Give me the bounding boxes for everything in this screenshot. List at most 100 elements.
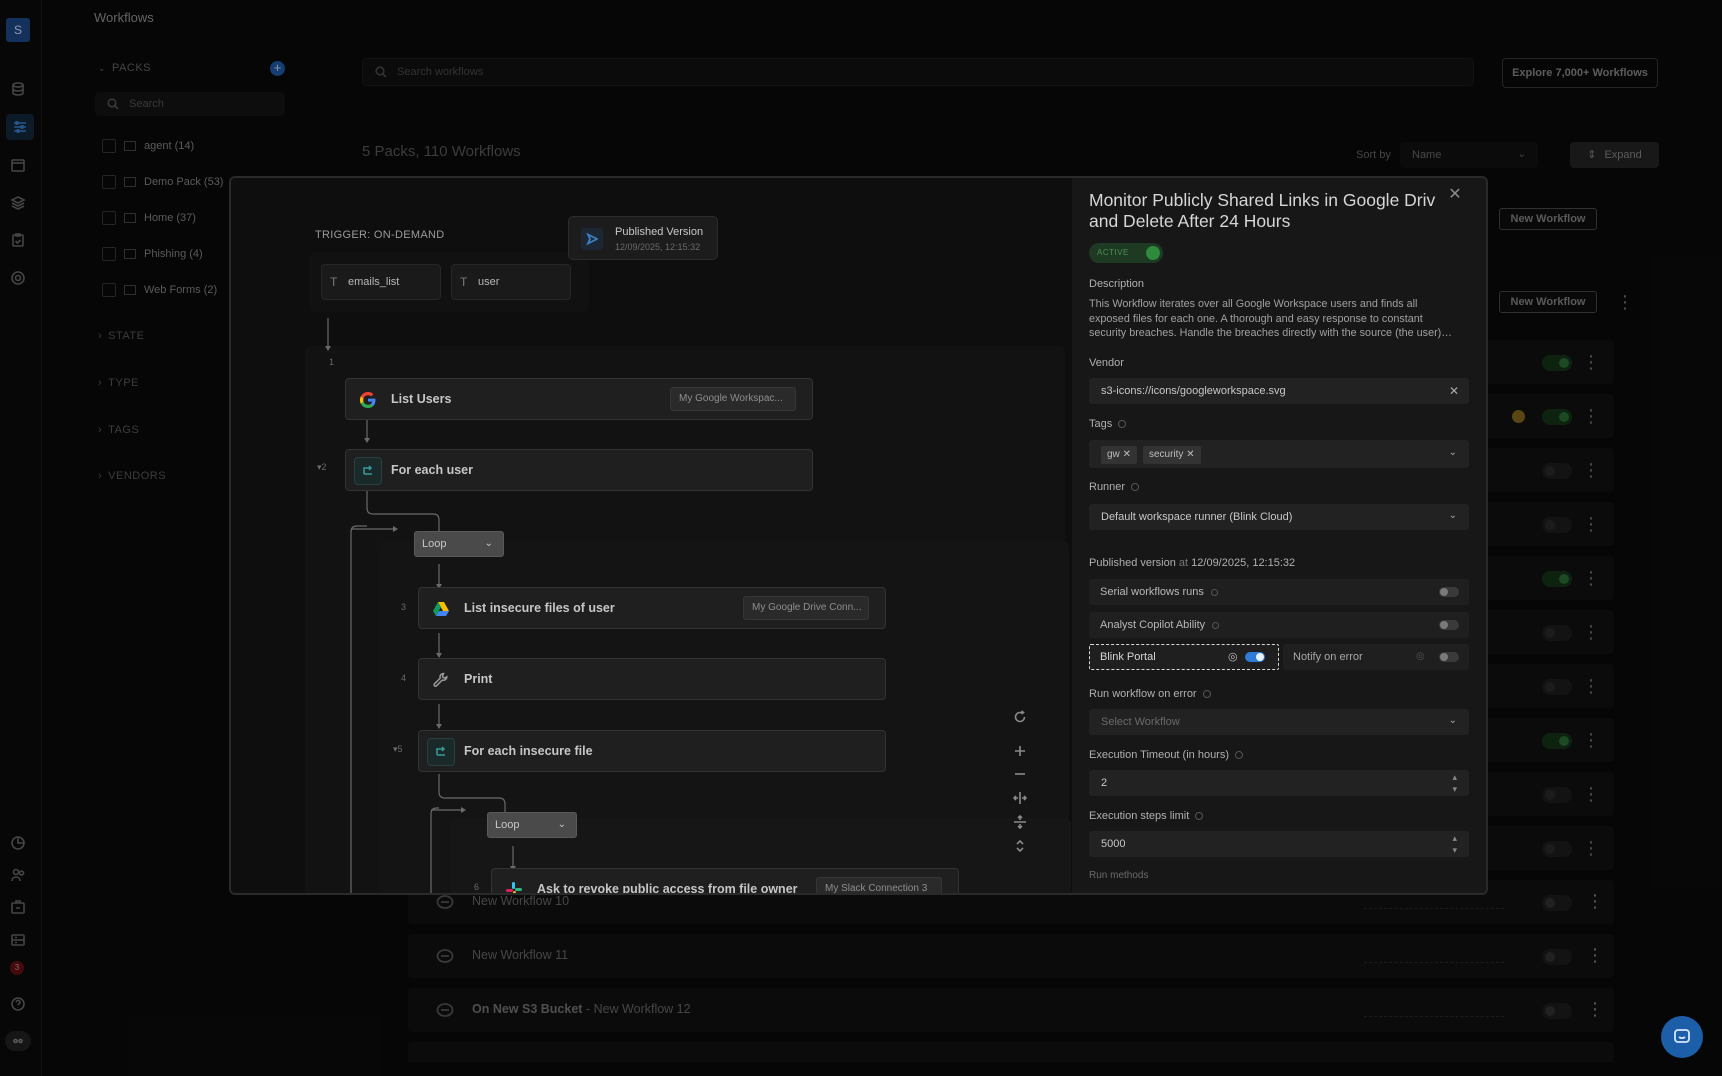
add-pack-button[interactable]: + <box>270 61 285 76</box>
database-icon[interactable] <box>9 80 27 98</box>
timeout-input[interactable]: 2 ▴ ▾ <box>1089 770 1469 796</box>
tag-chip[interactable]: gw ✕ <box>1101 446 1137 464</box>
sort-select[interactable]: Name ⌄ <box>1400 142 1538 168</box>
pie-chart-icon[interactable] <box>9 834 27 852</box>
copilot-toggle[interactable] <box>1439 620 1459 630</box>
filter-section-tags[interactable]: › TAGS <box>98 424 139 436</box>
more-options-icon[interactable]: ⋮ <box>1582 569 1600 587</box>
step-ask-to-revoke[interactable]: Ask to revoke public access from file ow… <box>491 868 959 893</box>
tags-field[interactable]: gw ✕ security ✕ ⌄ <box>1089 440 1469 468</box>
step-for-each-insecure-file[interactable]: For each insecure file <box>418 730 886 772</box>
more-options-icon[interactable]: ⋮ <box>1582 623 1600 641</box>
target-icon[interactable] <box>9 269 27 287</box>
tag-chip[interactable]: security ✕ <box>1142 446 1201 464</box>
more-options-icon[interactable]: ⋮ <box>1582 353 1600 371</box>
workflow-name[interactable]: New Workflow 11 <box>472 948 568 962</box>
workflow-toggle[interactable] <box>1542 409 1572 425</box>
workflow-toggle[interactable] <box>1542 517 1572 533</box>
packs-header[interactable]: ⌄ PACKS <box>98 62 151 74</box>
new-workflow-button[interactable]: New Workflow <box>1499 291 1597 313</box>
info-icon[interactable] <box>1131 483 1140 492</box>
info-icon[interactable] <box>1118 420 1127 429</box>
more-options-icon[interactable]: ⋮ <box>1586 1000 1604 1018</box>
loop-dropdown[interactable]: Loop ⌄ <box>414 531 504 557</box>
connection-chip[interactable]: My Google Workspac... <box>670 387 796 411</box>
zoom-in-icon[interactable] <box>1011 742 1029 760</box>
expand-button[interactable]: ⇕ Expand <box>1570 142 1659 168</box>
stepper-icon[interactable]: ▴ ▾ <box>1452 831 1457 856</box>
help-icon[interactable] <box>9 995 27 1013</box>
info-icon[interactable] <box>1212 621 1220 629</box>
more-options-icon[interactable]: ⋮ <box>1616 293 1634 311</box>
pack-item[interactable]: Web Forms (2) <box>102 282 217 298</box>
notification-badge[interactable]: 3 <box>10 961 24 975</box>
more-options-icon[interactable]: ⋮ <box>1582 731 1600 749</box>
workflow-toggle[interactable] <box>1542 787 1572 803</box>
workflows-search-input[interactable]: Search workflows <box>362 58 1474 86</box>
clipboard-icon[interactable] <box>9 231 27 249</box>
step-for-each-user[interactable]: For each user <box>345 449 813 491</box>
workflow-toggle[interactable] <box>1542 679 1572 695</box>
workflow-toggle[interactable] <box>1542 625 1572 641</box>
pack-checkbox[interactable] <box>102 247 116 261</box>
workflow-toggle[interactable] <box>1542 571 1572 587</box>
support-chat-button[interactable] <box>1661 1016 1703 1058</box>
more-options-icon[interactable]: ⋮ <box>1582 407 1600 425</box>
fit-width-icon[interactable] <box>1011 789 1029 807</box>
pack-checkbox[interactable] <box>102 283 116 297</box>
workflow-toggle[interactable] <box>1542 463 1572 479</box>
workflow-name[interactable]: On New S3 Bucket - New Workflow 12 <box>472 1002 691 1016</box>
pack-item[interactable]: Demo Pack (53) <box>102 174 223 190</box>
info-icon[interactable] <box>1195 812 1204 821</box>
more-options-icon[interactable]: ⋮ <box>1582 785 1600 803</box>
workflows-icon[interactable] <box>6 114 34 140</box>
runner-select[interactable]: Default workspace runner (Blink Cloud) ⌄ <box>1089 504 1469 530</box>
info-icon[interactable] <box>1235 751 1244 760</box>
workflow-canvas[interactable]: TRIGGER: ON-DEMAND Temails_list Tuser Pu… <box>231 178 1072 893</box>
more-options-icon[interactable]: ⋮ <box>1586 892 1604 910</box>
new-workflow-button[interactable]: New Workflow <box>1499 208 1597 230</box>
settings-icon[interactable]: ◎ <box>1228 645 1238 669</box>
connection-chip[interactable]: My Google Drive Conn... <box>743 596 869 620</box>
info-icon[interactable] <box>1210 588 1218 596</box>
info-icon[interactable] <box>1202 690 1211 699</box>
serial-runs-toggle[interactable] <box>1439 587 1459 597</box>
blink-portal-toggle[interactable] <box>1245 652 1265 662</box>
pack-checkbox[interactable] <box>102 175 116 189</box>
settings-icon[interactable]: ◎ <box>1416 644 1425 670</box>
pack-item[interactable]: agent (14) <box>102 138 194 154</box>
pack-checkbox[interactable] <box>102 139 116 153</box>
explore-workflows-button[interactable]: Explore 7,000+ Workflows <box>1502 58 1658 88</box>
step-list-users[interactable]: List Users My Google Workspac... <box>345 378 813 420</box>
more-options-icon[interactable]: ⋮ <box>1582 839 1600 857</box>
storage-icon[interactable] <box>9 931 27 949</box>
more-options-icon[interactable]: ⋮ <box>1582 677 1600 695</box>
workflow-toggle[interactable] <box>1542 841 1572 857</box>
clear-icon[interactable]: ✕ <box>1449 378 1459 404</box>
workspace-avatar[interactable]: S <box>6 18 30 42</box>
step-print[interactable]: Print <box>418 658 886 700</box>
loop-dropdown[interactable]: Loop ⌄ <box>487 812 577 838</box>
packs-search-input[interactable]: Search <box>95 92 285 116</box>
connection-chip[interactable]: My Slack Connection 3 <box>816 877 942 893</box>
steps-limit-input[interactable]: 5000 ▴ ▾ <box>1089 831 1469 857</box>
copilot-icon[interactable] <box>5 1031 31 1051</box>
vendor-field[interactable]: s3-icons://icons/googleworkspace.svg ✕ <box>1089 378 1469 404</box>
pack-item[interactable]: Phishing (4) <box>102 246 203 262</box>
expand-collapse-icon[interactable] <box>1011 837 1029 855</box>
zoom-out-icon[interactable] <box>1011 765 1029 783</box>
reset-view-icon[interactable] <box>1011 708 1029 726</box>
more-options-icon[interactable]: ⋮ <box>1586 946 1604 964</box>
workflow-name[interactable]: New Workflow 10 <box>472 894 569 908</box>
layers-icon[interactable] <box>9 194 27 212</box>
notify-error-toggle[interactable] <box>1439 652 1459 662</box>
step-list-insecure-files[interactable]: List insecure files of user My Google Dr… <box>418 587 886 629</box>
remove-tag-icon[interactable]: ✕ <box>1186 449 1194 460</box>
fit-height-icon[interactable] <box>1011 813 1029 831</box>
workflow-row[interactable]: New Workflow 11 ⋮ <box>408 934 1614 978</box>
workflow-row[interactable]: On New S3 Bucket - New Workflow 12 ⋮ <box>408 988 1614 1032</box>
filter-section-type[interactable]: › TYPE <box>98 377 139 389</box>
workflow-toggle[interactable] <box>1542 949 1572 965</box>
more-options-icon[interactable]: ⋮ <box>1582 461 1600 479</box>
users-icon[interactable] <box>9 866 27 884</box>
